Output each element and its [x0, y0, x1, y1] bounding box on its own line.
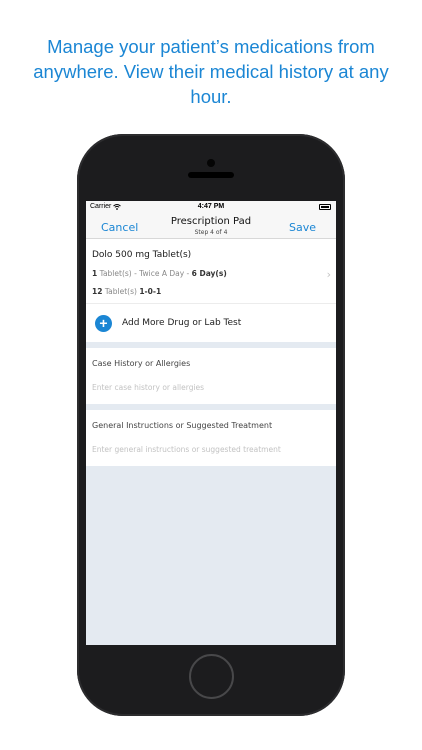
drug-dosage: 1 Tablet(s) - Twice A Day - 6 Day(s) [92, 269, 227, 278]
prescription-list: Dolo 500 mg Tablet(s) 1 Tablet(s) - Twic… [86, 239, 336, 342]
chevron-right-icon: › [326, 268, 331, 281]
navigation-bar: Cancel Prescription Pad Step 4 of 4 Save [86, 213, 336, 239]
case-history-label: Case History or Allergies [92, 359, 191, 368]
headline-line-3: hour. [190, 86, 232, 107]
instructions-label: General Instructions or Suggested Treatm… [92, 421, 273, 430]
headline-line-1: Manage your patient’s medications from [47, 36, 375, 57]
add-drug-button[interactable]: + Add More Drug or Lab Test [86, 304, 336, 342]
front-camera [207, 159, 215, 167]
dose-schedule: 1-0-1 [139, 287, 162, 296]
save-button[interactable]: Save [289, 221, 316, 234]
plus-circle-icon: + [95, 315, 112, 332]
promo-headline: Manage your patient’s medications from a… [0, 34, 422, 109]
drug-list-item[interactable]: Dolo 500 mg Tablet(s) 1 Tablet(s) - Twic… [86, 239, 336, 304]
drug-total: 12 Tablet(s) 1-0-1 [92, 287, 161, 296]
total-unit: Tablet(s) [102, 287, 140, 296]
add-drug-label: Add More Drug or Lab Test [122, 318, 242, 328]
status-bar: Carrier 4:47 PM [86, 201, 336, 213]
headline-line-2: anywhere. View their medical history at … [33, 61, 389, 82]
drug-name: Dolo 500 mg Tablet(s) [92, 250, 192, 260]
dose-duration: 6 Day(s) [191, 269, 227, 278]
total-quantity: 12 [92, 287, 103, 296]
phone-frame: Carrier 4:47 PM Cancel Prescription Pad … [77, 134, 345, 716]
speaker-grille [188, 172, 234, 178]
phone-screen: Carrier 4:47 PM Cancel Prescription Pad … [86, 201, 336, 645]
dose-frequency: Tablet(s) - Twice A Day - [97, 269, 192, 278]
status-time: 4:47 PM [197, 203, 225, 210]
home-button[interactable] [189, 654, 234, 699]
case-history-section: Case History or Allergies [86, 348, 336, 404]
battery-icon [319, 204, 331, 210]
case-history-input[interactable] [92, 380, 330, 394]
instructions-input[interactable] [92, 442, 330, 456]
instructions-section: General Instructions or Suggested Treatm… [86, 410, 336, 466]
